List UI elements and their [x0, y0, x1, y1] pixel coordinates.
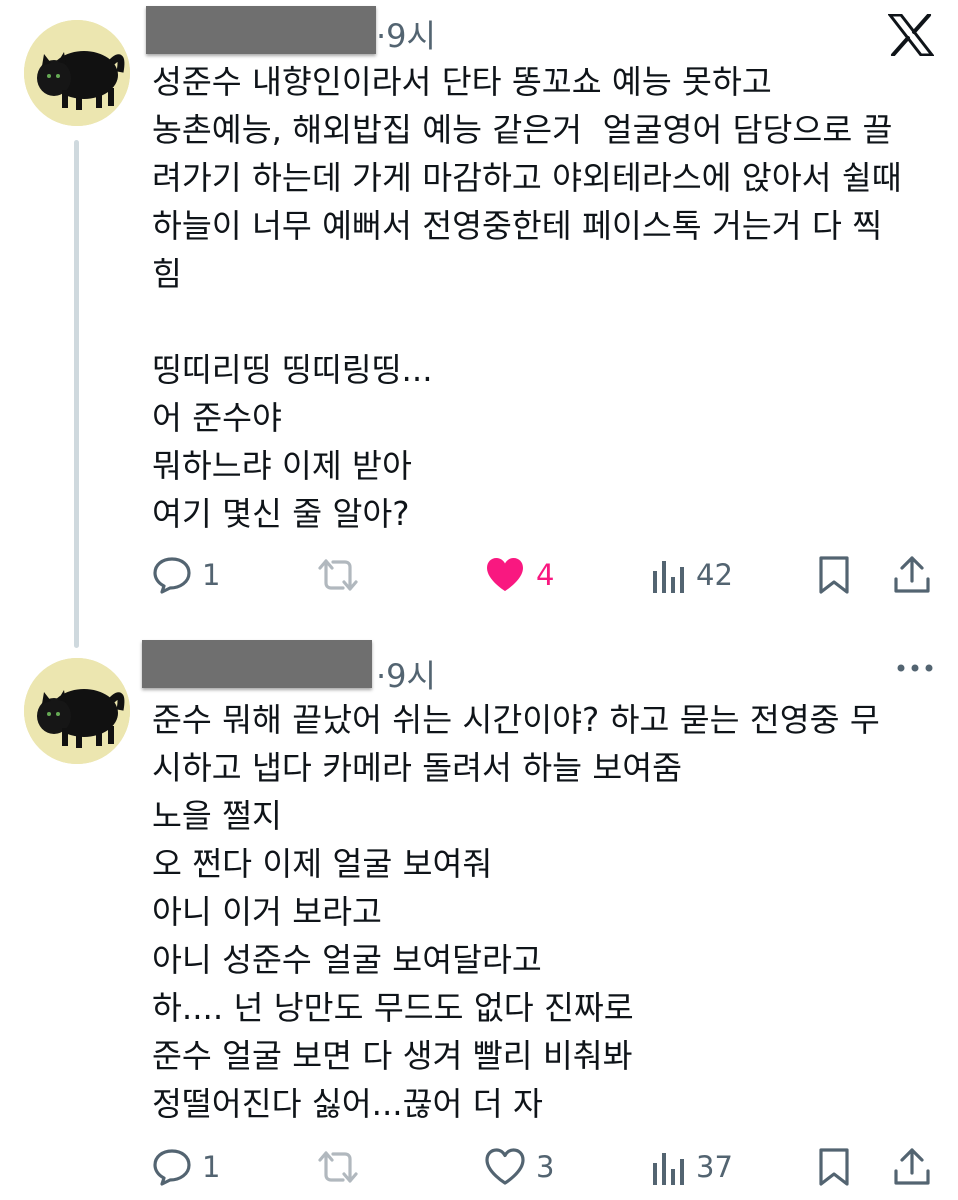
bar-chart-icon: [653, 1153, 684, 1185]
tweet-line: 아니 성준수 얼굴 보여달라고: [152, 941, 542, 979]
reply-count: 1: [202, 1150, 221, 1184]
tweet-line: 성준수 내향인이라서 단타 똥꼬쇼 예능 못하고: [152, 63, 772, 101]
black-cat-avatar-icon: [24, 20, 130, 126]
bar-chart-icon: [653, 561, 684, 593]
like-count: 4: [536, 558, 555, 592]
tweet-time: ·9시: [376, 17, 436, 55]
tweet-line: 띵띠리띵 띵띠링띵...: [152, 351, 433, 389]
tweet-line: 려가기 하는데 가게 마감하고 야외테라스에 앉아서 쉴때: [152, 159, 902, 197]
retweet-button[interactable]: [316, 1142, 370, 1192]
heart-filled-icon: [487, 558, 523, 591]
views-count: 42: [696, 558, 733, 592]
black-cat-avatar-icon: [24, 658, 130, 764]
views-count: 37: [696, 1150, 733, 1184]
reply-icon: [153, 557, 191, 594]
reply-button[interactable]: 1: [152, 550, 220, 600]
reply-count: 1: [202, 558, 221, 592]
avatar[interactable]: [24, 20, 130, 126]
heart-outline-icon: [485, 1148, 525, 1185]
tweet-line: 정떨어진다 싫어...끊어 더 자: [152, 1085, 543, 1123]
retweet-icon: [318, 559, 358, 591]
like-button[interactable]: 4: [484, 550, 554, 600]
like-count: 3: [536, 1150, 555, 1184]
tweet-line: 아니 이거 보라고: [152, 893, 382, 931]
bookmark-button[interactable]: [816, 1142, 852, 1192]
views-button[interactable]: 37: [650, 1142, 733, 1192]
more-options-icon[interactable]: [896, 662, 934, 674]
bookmark-icon: [819, 1148, 849, 1186]
tweet-text: 준수 뭐해 끝났어 쉬는 시간이야? 하고 묻는 전영중 무 시하고 냅다 카메…: [152, 696, 942, 1128]
tweet-line: 시하고 냅다 카메라 돌려서 하늘 보여줌: [152, 749, 683, 787]
reply-icon: [153, 1149, 191, 1186]
tweet-text: 성준수 내향인이라서 단타 똥꼬쇼 예능 못하고 농촌예능, 해외밥집 예능 같…: [152, 58, 942, 538]
bookmark-icon: [819, 556, 849, 594]
views-button[interactable]: 42: [650, 550, 733, 600]
tweet-line: 하.... 넌 낭만도 무드도 없다 진짜로: [152, 989, 634, 1027]
tweet-time: ·9시: [376, 657, 436, 695]
tweet-line: 노을 쩔지: [152, 797, 282, 835]
tweet-line: 하늘이 너무 예뻐서 전영중한테 페이스톡 거는거 다 찍: [152, 207, 883, 245]
tweet-line: 농촌예능, 해외밥집 예능 같은거 얼굴영어 담당으로 끌: [152, 111, 893, 149]
tweet-line: 준수 얼굴 보면 다 생겨 빨리 비춰봐: [152, 1037, 633, 1075]
tweet-actions: 1 3 37: [150, 1142, 940, 1192]
tweet-actions: 1 4 42: [150, 550, 940, 600]
display-name-redacted: [142, 640, 372, 688]
retweet-icon: [318, 1151, 358, 1183]
tweet-line: 여기 몇신 줄 알아?: [152, 495, 410, 533]
x-logo-icon: [888, 14, 934, 56]
thread-line: [74, 140, 79, 648]
tweet-line: 어 준수야: [152, 399, 282, 437]
share-button[interactable]: [892, 1142, 932, 1192]
share-button[interactable]: [892, 550, 932, 600]
tweet-line: 뭐하느랴 이제 받아: [152, 447, 412, 485]
avatar[interactable]: [24, 658, 130, 764]
like-button[interactable]: 3: [484, 1142, 554, 1192]
tweet-line: 준수 뭐해 끝났어 쉬는 시간이야? 하고 묻는 전영중 무: [152, 701, 880, 739]
display-name-redacted: [146, 6, 376, 54]
reply-button[interactable]: 1: [152, 1142, 220, 1192]
bookmark-button[interactable]: [816, 550, 852, 600]
tweet-line: [152, 298, 942, 346]
tweet-line: 힘: [152, 255, 182, 293]
retweet-button[interactable]: [316, 550, 370, 600]
share-icon: [894, 556, 930, 593]
tweet-line: 오 쩐다 이제 얼굴 보여줘: [152, 845, 493, 883]
share-icon: [894, 1148, 930, 1185]
